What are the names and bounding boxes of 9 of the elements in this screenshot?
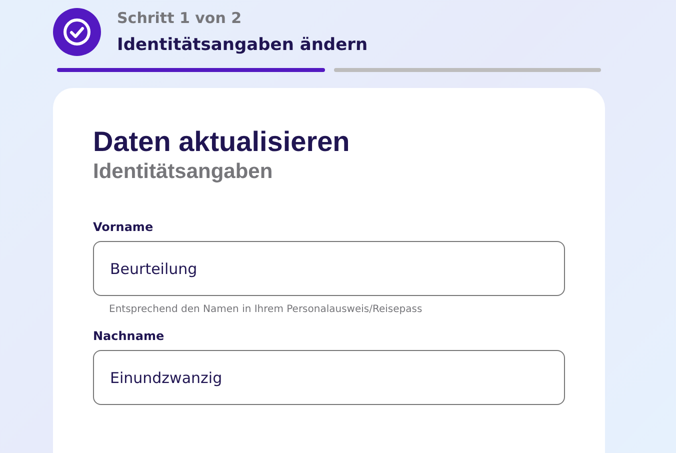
field-label: Vorname — [93, 220, 154, 234]
card-subtitle: Identitätsangaben — [93, 160, 274, 184]
input-field[interactable]: Beurteilung — [93, 241, 565, 296]
step-counter: Schritt 1 von 2 — [117, 9, 243, 27]
step-title: Identitätsangaben ändern — [117, 35, 368, 55]
input-field[interactable]: Einundzwanzig — [93, 350, 565, 405]
field-label: Nachname — [93, 329, 166, 343]
field-hint: Entsprechend den Namen in Ihrem Personalausweis/Reisepass — [109, 304, 424, 315]
card-title: Daten aktualisieren — [93, 126, 351, 158]
